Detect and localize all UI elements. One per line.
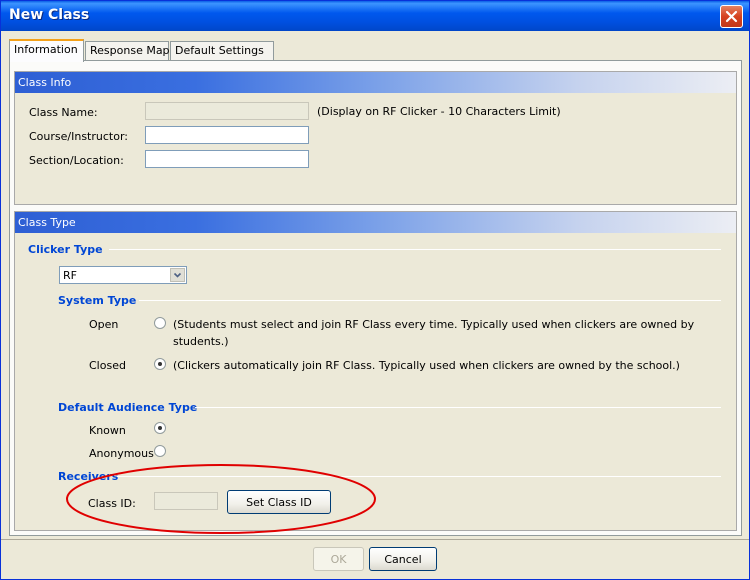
dropdown-button[interactable] [170, 268, 185, 282]
open-description: (Students must select and join RF Class … [173, 318, 695, 348]
tab-response-map[interactable]: Response Map [85, 41, 170, 61]
close-icon [725, 10, 738, 23]
section-location-input[interactable] [145, 150, 309, 168]
course-instructor-input[interactable] [145, 126, 309, 144]
radio-selected-dot [158, 362, 162, 366]
tab-default-settings[interactable]: Default Settings [170, 41, 274, 61]
open-label: Open [89, 318, 119, 331]
clicker-type-value: RF [63, 269, 77, 282]
title-bar[interactable]: New Class [1, 1, 749, 31]
closed-label: Closed [89, 359, 126, 372]
clicker-type-rule [109, 249, 721, 250]
known-radio[interactable] [154, 422, 166, 434]
window-title: New Class [9, 7, 90, 23]
default-audience-title: Default Audience Type [58, 401, 198, 414]
class-info-group: Class Info Class Name: (Display on RF Cl… [14, 71, 737, 205]
closed-radio[interactable] [154, 358, 166, 370]
close-button[interactable] [720, 5, 743, 28]
clicker-type-select[interactable]: RF [59, 266, 187, 284]
footer-divider [1, 539, 749, 540]
section-location-label: Section/Location: [29, 154, 124, 167]
ok-button[interactable]: OK [313, 547, 364, 571]
chevron-down-icon [173, 272, 182, 278]
class-name-input[interactable] [145, 102, 309, 120]
clicker-type-title: Clicker Type [28, 243, 103, 256]
known-label: Known [89, 424, 126, 437]
closed-description: (Clickers automatically join RF Class. T… [173, 359, 680, 372]
new-class-dialog: New Class Information Response Map Defau… [0, 0, 750, 580]
course-instructor-label: Course/Instructor: [29, 130, 128, 143]
anonymous-label: Anonymous [89, 447, 154, 460]
cancel-button[interactable]: Cancel [369, 547, 437, 571]
system-type-title: System Type [58, 294, 137, 307]
anonymous-radio[interactable] [154, 445, 166, 457]
highlight-annotation-ellipse [66, 464, 376, 534]
class-info-header: Class Info [15, 72, 736, 93]
radio-selected-dot [158, 426, 162, 430]
tab-information[interactable]: Information [9, 39, 84, 62]
open-radio[interactable] [154, 317, 166, 329]
class-name-hint: (Display on RF Clicker - 10 Characters L… [317, 105, 561, 118]
class-name-label: Class Name: [29, 106, 98, 119]
system-type-rule [139, 300, 721, 301]
class-type-header: Class Type [15, 212, 736, 233]
default-audience-rule [195, 407, 721, 408]
